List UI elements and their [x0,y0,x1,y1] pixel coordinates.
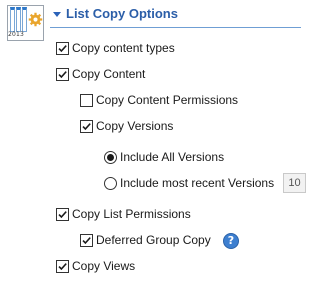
deferred-group-copy-checkbox[interactable] [80,234,93,247]
gear-icon [28,12,43,27]
copy-content-types-label[interactable]: Copy content types [72,41,175,55]
copy-list-permissions-checkbox[interactable] [56,208,69,221]
checkmark-icon [82,237,91,245]
section-title[interactable]: List Copy Options [66,6,178,22]
copy-content-checkbox[interactable] [56,68,69,81]
copy-list-permissions-label[interactable]: Copy List Permissions [72,207,191,221]
include-all-versions-radio[interactable] [104,151,117,164]
collapse-caret-icon[interactable] [53,12,61,17]
copy-versions-label[interactable]: Copy Versions [96,119,173,133]
section-divider [50,27,301,28]
checkmark-icon [58,45,67,53]
copy-content-types-checkbox[interactable] [56,42,69,55]
copy-content-permissions-checkbox[interactable] [80,94,93,107]
include-recent-versions-radio[interactable] [104,177,117,190]
radio-selected-dot [107,154,114,161]
copy-views-label[interactable]: Copy Views [72,259,135,273]
app-icon-column-1 [10,7,15,32]
include-all-versions-label[interactable]: Include All Versions [120,150,224,164]
copy-content-permissions-label[interactable]: Copy Content Permissions [96,93,238,107]
checkmark-icon [58,71,67,79]
app-icon-column-3 [22,7,27,32]
deferred-group-copy-label[interactable]: Deferred Group Copy [96,233,211,247]
copy-views-checkbox[interactable] [56,260,69,273]
recent-versions-count-input[interactable]: 10 [283,173,306,193]
checkmark-icon [82,123,91,131]
app-icon-column-2 [16,7,21,32]
copy-content-label[interactable]: Copy Content [72,67,145,81]
version-year-badge: 2013 [8,31,25,38]
checkmark-icon [58,263,67,271]
help-icon[interactable]: ? [223,233,239,249]
include-recent-versions-label[interactable]: Include most recent Versions [120,176,274,190]
copy-versions-checkbox[interactable] [80,120,93,133]
checkmark-icon [58,211,67,219]
